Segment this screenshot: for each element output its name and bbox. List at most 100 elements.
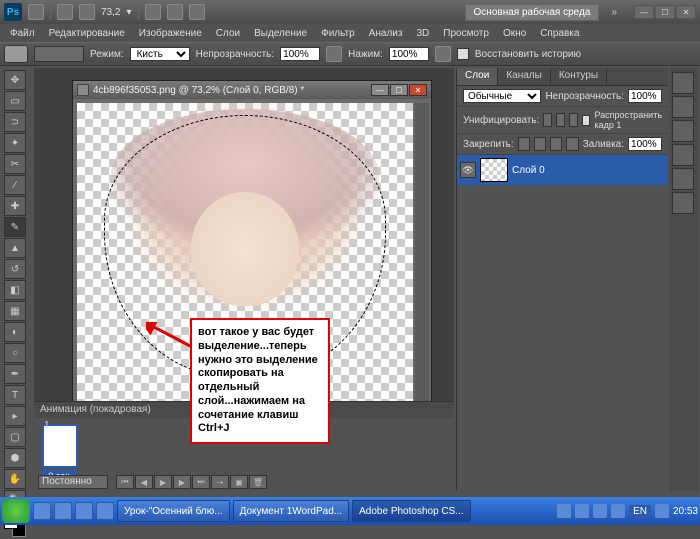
arrange-icon[interactable] — [167, 4, 183, 20]
propagate-checkbox[interactable]: ✓ — [582, 115, 591, 126]
fill-input[interactable] — [628, 137, 662, 151]
taskbar-app-button[interactable]: Adobe Photoshop CS... — [352, 500, 471, 522]
crop-tool-icon[interactable]: ✂ — [4, 154, 26, 174]
airbrush-icon[interactable] — [326, 46, 342, 62]
unify-style-icon[interactable] — [569, 113, 578, 127]
menu-analysis[interactable]: Анализ — [363, 26, 409, 41]
unify-visibility-icon[interactable] — [556, 113, 565, 127]
doc-minimize-icon[interactable]: — — [371, 84, 389, 96]
lasso-tool-icon[interactable]: ⊃ — [4, 112, 26, 132]
brush-tool-icon[interactable]: ✎ — [4, 217, 26, 237]
menu-file[interactable]: Файл — [4, 26, 41, 41]
wand-tool-icon[interactable]: ✦ — [4, 133, 26, 153]
dodge-tool-icon[interactable]: ○ — [4, 343, 26, 363]
restore-history-checkbox[interactable] — [457, 48, 469, 60]
collapsed-panel-icon[interactable] — [672, 168, 694, 190]
window-minimize-icon[interactable]: — — [634, 5, 654, 19]
window-maximize-icon[interactable]: ☐ — [655, 5, 675, 19]
workspace-switcher[interactable]: Основная рабочая среда — [465, 4, 600, 21]
menu-filter[interactable]: Фильтр — [315, 26, 361, 41]
last-frame-icon[interactable]: ⏭ — [192, 475, 210, 489]
window-close-icon[interactable]: ✕ — [676, 5, 696, 19]
menu-image[interactable]: Изображение — [133, 26, 208, 41]
layer-thumbnail[interactable] — [480, 158, 508, 182]
collapsed-panel-icon[interactable] — [672, 72, 694, 94]
blend-mode-select[interactable]: Кисть — [130, 47, 190, 61]
lock-position-icon[interactable] — [550, 137, 562, 151]
quicklaunch-icon[interactable] — [54, 502, 72, 520]
blur-tool-icon[interactable]: ◐ — [4, 322, 26, 342]
taskbar-app-button[interactable]: Урок-"Осенний блю... — [117, 500, 230, 522]
quicklaunch-icon[interactable] — [75, 502, 93, 520]
lock-pixels-icon[interactable] — [534, 137, 546, 151]
expand-chevron-icon[interactable]: » — [605, 7, 623, 18]
hand-icon[interactable] — [145, 4, 161, 20]
collapsed-panel-icon[interactable] — [672, 96, 694, 118]
type-tool-icon[interactable]: T — [4, 385, 26, 405]
new-frame-icon[interactable]: ▣ — [230, 475, 248, 489]
doc-maximize-icon[interactable]: ☐ — [390, 84, 408, 96]
loop-mode-select[interactable]: Постоянно — [38, 475, 108, 489]
prev-frame-icon[interactable]: ◀ — [135, 475, 153, 489]
menu-view[interactable]: Просмотр — [437, 26, 495, 41]
layer-blend-select[interactable]: Обычные — [463, 89, 541, 103]
quicklaunch-icon[interactable] — [33, 502, 51, 520]
layer-item[interactable]: 👁 Слой 0 — [457, 155, 668, 185]
flow-input[interactable] — [389, 47, 429, 61]
stamp-tool-icon[interactable]: ▲ — [4, 238, 26, 258]
opacity-input[interactable] — [280, 47, 320, 61]
delete-frame-icon[interactable]: 🗑 — [249, 475, 267, 489]
path-select-tool-icon[interactable]: ▸ — [4, 406, 26, 426]
heal-tool-icon[interactable]: ✚ — [4, 196, 26, 216]
quicklaunch-icon[interactable] — [96, 502, 114, 520]
layer-opacity-input[interactable] — [628, 89, 662, 103]
3d-tool-icon[interactable]: ⬢ — [4, 448, 26, 468]
gradient-tool-icon[interactable]: ▦ — [4, 301, 26, 321]
next-frame-icon[interactable]: ▶ — [173, 475, 191, 489]
doc-scrollbar-vertical[interactable] — [415, 103, 429, 401]
move-tool-icon[interactable]: ✥ — [4, 70, 26, 90]
menu-layers[interactable]: Слои — [210, 26, 246, 41]
first-frame-icon[interactable]: ⏮ — [116, 475, 134, 489]
visibility-toggle-icon[interactable]: 👁 — [460, 162, 476, 178]
tab-channels[interactable]: Каналы — [498, 68, 551, 85]
view-extras-icon[interactable] — [57, 4, 73, 20]
collapsed-panel-icon[interactable] — [672, 144, 694, 166]
tray-icon[interactable] — [655, 504, 669, 518]
menu-window[interactable]: Окно — [497, 26, 532, 41]
tray-icon[interactable] — [611, 504, 625, 518]
lock-transparency-icon[interactable] — [518, 137, 530, 151]
screen-mode-icon[interactable] — [189, 4, 205, 20]
marquee-tool-icon[interactable]: ▭ — [4, 91, 26, 111]
tween-icon[interactable]: ⇢ — [211, 475, 229, 489]
play-icon[interactable]: ▶ — [154, 475, 172, 489]
language-indicator[interactable]: EN — [629, 505, 651, 518]
tool-preset-icon[interactable] — [4, 45, 28, 63]
lock-all-icon[interactable] — [566, 137, 578, 151]
unify-position-icon[interactable] — [543, 113, 552, 127]
layer-name[interactable]: Слой 0 — [512, 165, 545, 176]
menu-edit[interactable]: Редактирование — [43, 26, 131, 41]
brush-preset-picker[interactable] — [34, 46, 84, 62]
collapsed-panel-icon[interactable] — [672, 120, 694, 142]
pen-tool-icon[interactable]: ✒ — [4, 364, 26, 384]
tray-icon[interactable] — [557, 504, 571, 518]
shape-tool-icon[interactable]: ▢ — [4, 427, 26, 447]
tab-layers[interactable]: Слои — [457, 68, 498, 85]
taskbar-app-button[interactable]: Документ 1WordPad... — [233, 500, 350, 522]
eraser-tool-icon[interactable]: ◧ — [4, 280, 26, 300]
hand-tool-icon[interactable]: ✋ — [4, 469, 26, 489]
history-brush-tool-icon[interactable]: ↺ — [4, 259, 26, 279]
clock[interactable]: 20:53 — [673, 506, 698, 517]
tab-paths[interactable]: Контуры — [551, 68, 607, 85]
document-titlebar[interactable]: 4cb896f35053.png @ 73,2% (Слой 0, RGB/8)… — [73, 81, 431, 99]
collapsed-panel-icon[interactable] — [672, 192, 694, 214]
doc-close-icon[interactable]: ✕ — [409, 84, 427, 96]
tablet-pressure-icon[interactable] — [435, 46, 451, 62]
tray-icon[interactable] — [593, 504, 607, 518]
bridge-icon[interactable] — [28, 4, 44, 20]
start-button[interactable] — [2, 499, 30, 523]
tray-icon[interactable] — [575, 504, 589, 518]
eyedropper-tool-icon[interactable]: ⁄ — [4, 175, 26, 195]
menu-select[interactable]: Выделение — [248, 26, 313, 41]
